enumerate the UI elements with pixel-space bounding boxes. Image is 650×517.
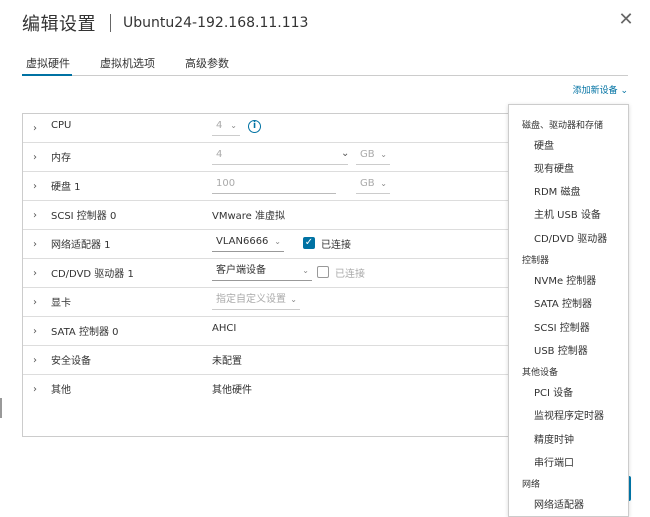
tab-advanced-parameters[interactable]: 高级参数 [181,52,231,76]
chevron-down-icon: ⌄ [380,179,387,188]
chevron-right-icon[interactable]: › [33,326,49,337]
chevron-right-icon[interactable]: › [33,355,49,366]
row-value: VMware 准虚拟 [212,211,285,222]
menu-item-nvme-controller[interactable]: NVMe 控制器 [534,272,596,287]
dropdown-group-header: 磁盘、驱动器和存储 [522,121,604,131]
row-label: CPU [51,120,72,131]
chevron-down-icon: ⌄ [274,237,281,246]
menu-item-usb-controller[interactable]: USB 控制器 [534,342,588,357]
network-select[interactable]: VLAN6666 ⌄ [212,233,284,252]
row-label: 安全设备 [51,356,91,367]
chevron-right-icon[interactable]: › [33,152,49,163]
disk-size-input[interactable]: 100 [212,175,336,194]
menu-item-hard-disk[interactable]: 硬盘 [534,137,554,152]
menu-item-cd-dvd[interactable]: CD/DVD 驱动器 [534,230,607,245]
select-value: 指定自定义设置 [216,294,286,305]
chevron-right-icon[interactable]: › [33,123,49,134]
chevron-right-icon[interactable]: › [33,268,49,279]
network-connected-checkbox[interactable]: ✓ [303,237,315,249]
chevron-down-icon: ⌄ [620,86,628,96]
window-edge-marker [0,398,2,418]
disk-unit-select[interactable]: GB ⌄ [356,175,390,194]
chevron-right-icon[interactable]: › [33,239,49,250]
menu-item-sata-controller[interactable]: SATA 控制器 [534,295,592,310]
dropdown-group-header: 网络 [522,480,541,490]
select-value: VLAN6666 [216,236,269,247]
chevron-down-icon: ⌄ [230,121,237,130]
chevron-right-icon[interactable]: › [33,210,49,221]
row-label: 硬盘 1 [51,182,81,193]
tab-vm-options[interactable]: 虚拟机选项 [96,52,157,76]
row-value: 未配置 [212,356,242,367]
add-device-dropdown-menu: 磁盘、驱动器和存储 硬盘 现有硬盘 RDM 磁盘 主机 USB 设备 CD/DV… [508,104,629,517]
row-label: SATA 控制器 0 [51,327,119,338]
add-new-device-button[interactable]: 添加新设备 ⌄ [573,83,628,96]
title-divider [110,14,111,32]
tab-bar: 虚拟硬件 虚拟机选项 高级参数 [22,52,628,76]
row-label: SCSI 控制器 0 [51,211,117,222]
menu-item-scsi-controller[interactable]: SCSI 控制器 [534,319,590,334]
memory-unit-select[interactable]: GB ⌄ [356,146,390,165]
add-new-device-label: 添加新设备 [572,86,618,96]
menu-item-existing-disk[interactable]: 现有硬盘 [534,160,574,175]
chevron-right-icon[interactable]: › [33,181,49,192]
dropdown-group-header: 其他设备 [522,368,559,378]
input-value: 100 [216,178,236,189]
menu-item-serial-port[interactable]: 串行端口 [534,454,574,469]
menu-item-network-adapter[interactable]: 网络适配器 [534,496,584,511]
dropdown-group-header: 控制器 [522,256,550,266]
chevron-down-icon[interactable]: ⌄ [341,148,349,159]
cdrom-select[interactable]: 客户端设备 ⌄ [212,262,312,281]
memory-size-input[interactable]: 4 [212,146,348,165]
select-value: GB [360,149,375,160]
row-label: 显卡 [51,298,71,309]
menu-item-pci-device[interactable]: PCI 设备 [534,384,573,399]
dialog-header: 编辑设置 Ubuntu24-192.168.11.113 [22,8,308,38]
row-label: 网络适配器 1 [51,240,111,251]
menu-item-rdm-disk[interactable]: RDM 磁盘 [534,183,580,198]
chevron-right-icon[interactable]: › [33,297,49,308]
video-settings-select[interactable]: 指定自定义设置 ⌄ [212,291,300,310]
chevron-right-icon[interactable]: › [33,384,49,395]
vm-name: Ubuntu24-192.168.11.113 [123,15,309,31]
select-value: 客户端设备 [216,265,266,276]
chevron-down-icon: ⌄ [290,295,297,304]
row-label: 内存 [51,153,71,164]
row-value: AHCI [212,323,237,334]
info-icon[interactable]: i [248,120,261,133]
row-value: 其他硬件 [212,385,252,396]
dialog-title: 编辑设置 [22,14,96,35]
menu-item-watchdog-timer[interactable]: 监视程序定时器 [534,407,604,422]
chevron-down-icon: ⌄ [302,266,309,275]
menu-item-host-usb[interactable]: 主机 USB 设备 [534,206,601,221]
chevron-down-icon: ⌄ [380,150,387,159]
row-label: CD/DVD 驱动器 1 [51,269,134,280]
select-value: 4 [216,120,223,131]
connected-label: 已连接 [335,269,365,280]
select-value: 4 [216,149,223,160]
cpu-count-select[interactable]: 4 ⌄ [212,117,240,136]
close-icon[interactable]: ✕ [616,10,636,30]
cdrom-connected-checkbox[interactable] [317,266,329,278]
select-value: GB [360,178,375,189]
tab-virtual-hardware[interactable]: 虚拟硬件 [22,52,72,76]
connected-label: 已连接 [321,240,351,251]
menu-item-precision-clock[interactable]: 精度时钟 [534,431,574,446]
primary-button-edge[interactable] [629,476,631,501]
row-label: 其他 [51,385,71,396]
